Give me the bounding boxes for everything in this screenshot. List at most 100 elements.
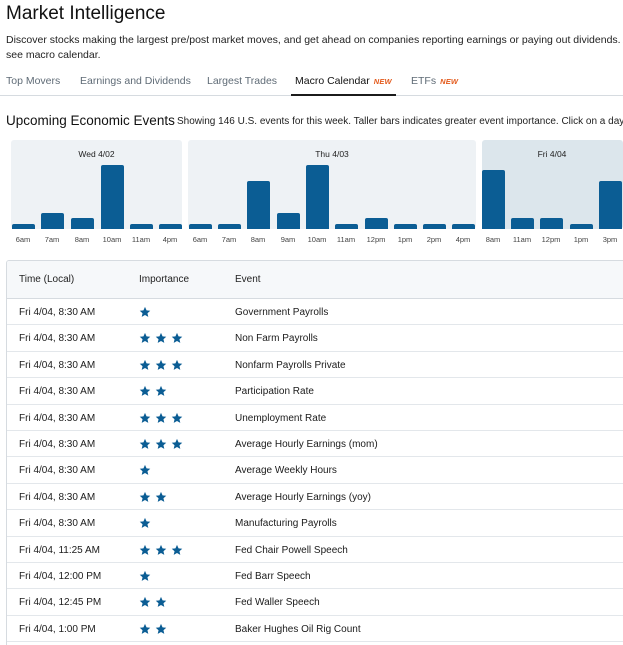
star-icon — [171, 411, 183, 423]
tab-label: ETFs — [411, 75, 437, 87]
table-header: Time (Local) Importance Event — [7, 261, 623, 299]
chart-bar[interactable] — [452, 224, 475, 229]
chart-bar[interactable] — [277, 213, 300, 229]
tab-macro-calendar[interactable]: Macro Calendar NEW — [291, 75, 396, 96]
tick-label: 12pm — [366, 235, 386, 244]
chart-bar[interactable] — [12, 224, 35, 229]
time-cell: Fri 4/04, 12:45 PM — [19, 597, 102, 609]
event-cell: Unemployment Rate — [235, 412, 327, 424]
chart-bar[interactable] — [130, 224, 153, 229]
chart-bar[interactable] — [306, 165, 329, 229]
tab-label: Earnings and Dividends — [80, 75, 191, 87]
chart-bar[interactable] — [101, 165, 124, 229]
table-row[interactable]: Fri 4/04, 11:25 AM Fed Chair Powell Speec… — [7, 537, 623, 563]
tick-label: 11am — [512, 235, 532, 244]
table-row[interactable]: Fri 4/04, 8:30 AM Average Hourly Earnings… — [7, 431, 623, 458]
chart-bar[interactable] — [335, 224, 358, 229]
tick-label: 10am — [307, 235, 327, 244]
chart-bar[interactable] — [218, 224, 241, 229]
chart-bar[interactable] — [511, 218, 534, 229]
chart-bar[interactable] — [189, 224, 212, 229]
table-row[interactable]: Fri 4/04, 8:30 AM Nonfarm Payrolls Privat… — [7, 352, 623, 379]
importance-rating — [139, 331, 183, 345]
tick-label: 2pm — [426, 235, 442, 244]
tab-label: Top Movers — [6, 75, 61, 87]
table-row[interactable]: Fri 4/04, 12:45 PM Fed Waller Speech — [7, 589, 623, 616]
chart-bar[interactable] — [159, 224, 182, 229]
chart-bar[interactable] — [41, 213, 64, 229]
star-icon — [139, 411, 151, 423]
tick-label: 7am — [44, 235, 60, 244]
time-cell: Fri 4/04, 12:00 PM — [19, 571, 102, 582]
day-label: Wed 4/02 — [78, 149, 115, 159]
tick-label: 4pm — [455, 235, 471, 244]
star-icon — [155, 595, 167, 608]
chart-bar[interactable] — [394, 224, 417, 229]
event-cell: Fed Barr Speech — [235, 571, 311, 582]
tab-largest-trades[interactable]: Largest Trades — [207, 75, 277, 87]
tab-top-movers[interactable]: Top Movers — [6, 75, 60, 87]
new-badge: NEW — [440, 77, 459, 86]
table-row[interactable]: Fri 4/04, 8:30 AM Unemployment Rate — [7, 405, 623, 431]
importance-rating — [139, 358, 183, 372]
star-icon — [155, 411, 167, 423]
chart-bar[interactable] — [423, 224, 446, 229]
importance-rating — [139, 543, 183, 557]
importance-rating — [139, 595, 167, 609]
event-cell: Fed Chair Powell Speech — [235, 544, 348, 556]
tick-label: 12pm — [541, 235, 561, 244]
star-icon — [139, 569, 151, 581]
star-icon — [139, 331, 151, 344]
table-row[interactable]: Fri 4/04, 8:30 AM Participation Rate — [7, 378, 623, 405]
chart-bar[interactable] — [570, 224, 593, 229]
table-row[interactable]: Fri 4/04, 8:30 AM Average Weekly Hours — [7, 457, 623, 484]
chart-bar[interactable] — [540, 218, 563, 229]
importance-rating — [139, 384, 167, 398]
star-icon — [139, 516, 151, 529]
chart-bar[interactable] — [482, 170, 505, 229]
importance-rating — [139, 411, 183, 425]
tick-label: 10am — [102, 235, 122, 244]
day-label: Fri 4/04 — [537, 149, 567, 159]
table-row[interactable]: Fri 4/04, 8:30 AM Government Payrolls — [7, 299, 623, 326]
importance-rating — [139, 305, 151, 319]
event-cell: Non Farm Payrolls — [235, 333, 318, 345]
chart-bar[interactable] — [599, 181, 622, 229]
chart-bar[interactable] — [247, 181, 270, 229]
table-row[interactable]: Fri 4/04, 8:30 AM Manufacturing Payrolls — [7, 510, 623, 537]
section-note: Showing 146 U.S. events for this week. T… — [177, 116, 623, 127]
tick-label: 1pm — [573, 235, 589, 244]
tab-etfs[interactable]: ETFs NEW — [411, 75, 458, 87]
tab-earnings-and-dividends[interactable]: Earnings and Dividends — [80, 75, 191, 87]
star-icon — [155, 437, 167, 449]
tick-label: 11am — [131, 235, 151, 244]
tick-label: 4pm — [162, 235, 178, 244]
time-cell: Fri 4/04, 8:30 AM — [19, 386, 96, 398]
importance-rating — [139, 463, 151, 477]
tick-label: 6am — [192, 235, 208, 244]
star-icon — [139, 543, 151, 555]
star-icon — [155, 384, 167, 397]
time-cell: Fri 4/04, 8:30 AM — [19, 518, 96, 530]
event-cell: Average Hourly Earnings (yoy) — [235, 491, 371, 503]
tab-bar: Top Movers Earnings and Dividends Larges… — [0, 72, 623, 96]
chart-bar[interactable] — [71, 218, 94, 229]
chart-bar[interactable] — [365, 218, 388, 229]
table-row[interactable]: Fri 4/04, 8:30 AM Average Hourly Earnings… — [7, 484, 623, 511]
importance-rating — [139, 490, 167, 504]
star-icon — [139, 358, 151, 370]
star-icon — [155, 622, 167, 634]
tick-label: 9am — [280, 235, 296, 244]
event-cell: Average Weekly Hours — [235, 465, 337, 477]
tick-label: 8am — [74, 235, 90, 244]
tick-label: 7am — [221, 235, 237, 244]
table-row[interactable]: Fri 4/04, 12:00 PM Fed Barr Speech — [7, 563, 623, 590]
star-icon — [139, 437, 151, 449]
table-row[interactable]: Fri 4/04, 1:00 PM Baker Hughes Oil Rig Co… — [7, 616, 623, 643]
time-cell: Fri 4/04, 8:30 AM — [19, 412, 96, 424]
table-row[interactable]: Fri 4/04, 8:30 AM Non Farm Payrolls — [7, 325, 623, 352]
time-cell: Fri 4/04, 8:30 AM — [19, 333, 96, 345]
importance-rating — [139, 516, 151, 530]
star-icon — [139, 305, 151, 317]
time-cell: Fri 4/04, 1:00 PM — [19, 623, 96, 635]
